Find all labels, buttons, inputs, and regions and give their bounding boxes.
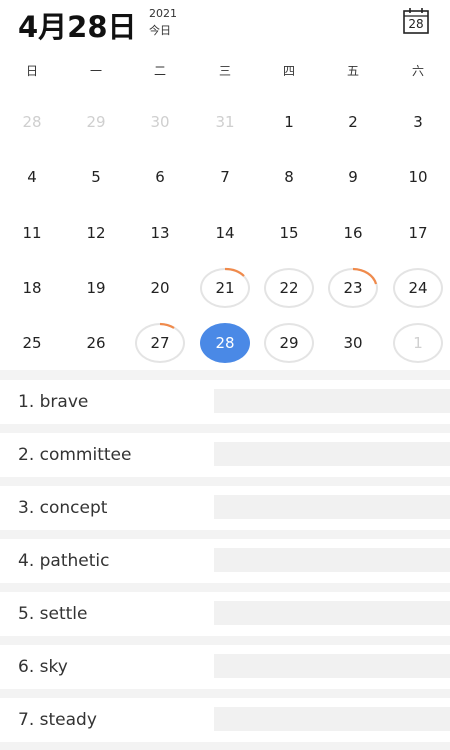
calendar-day[interactable]: 19 [71, 268, 121, 308]
header: 4月28日 2021 今日 28 [0, 0, 450, 50]
calendar-day-with-progress[interactable]: 21 [200, 267, 250, 308]
calendar-day-with-progress[interactable]: 22 [264, 268, 314, 308]
word-list-item[interactable]: 3. concept [0, 486, 450, 530]
word-label: 6. sky [18, 657, 68, 677]
calendar-day[interactable]: 7 [200, 157, 250, 197]
calendar-day[interactable]: 14 [200, 213, 250, 253]
weekday-sat: 六 [411, 64, 424, 78]
calendar-day[interactable]: 5 [71, 157, 121, 197]
word-meaning-placeholder [214, 442, 450, 466]
word-meaning-placeholder [214, 389, 450, 413]
word-label: 3. concept [18, 498, 108, 518]
calendar-day-selected[interactable]: 28 [200, 323, 250, 363]
selected-date-title: 4月28日 [18, 10, 137, 44]
calendar-day-prev-month[interactable]: 28 [7, 102, 57, 142]
weekday-fri: 五 [346, 64, 359, 78]
weekday-thu: 四 [282, 64, 295, 78]
word-list-item[interactable]: 6. sky [0, 645, 450, 689]
calendar-day[interactable]: 3 [393, 102, 443, 142]
word-meaning-placeholder [214, 601, 450, 625]
word-meaning-placeholder [214, 654, 450, 678]
calendar-day[interactable]: 4 [7, 157, 57, 197]
calendar-day-prev-month[interactable]: 31 [200, 102, 250, 142]
calendar-day[interactable]: 1 [264, 102, 314, 142]
word-label: 7. steady [18, 710, 97, 730]
calendar-day-number: 22 [279, 279, 299, 297]
word-meaning-placeholder [214, 707, 450, 731]
word-label: 4. pathetic [18, 551, 110, 571]
calendar-day[interactable]: 25 [7, 323, 57, 363]
word-label: 5. settle [18, 604, 88, 624]
calendar-day[interactable]: 16 [328, 213, 378, 253]
year-label: 2021 [149, 7, 177, 20]
word-list-item[interactable]: 4. pathetic [0, 539, 450, 583]
calendar-day-prev-month[interactable]: 29 [71, 102, 121, 142]
word-meaning-placeholder [214, 548, 450, 572]
calendar-day[interactable]: 17 [393, 213, 443, 253]
calendar-day[interactable]: 15 [264, 213, 314, 253]
calendar-day[interactable]: 9 [328, 157, 378, 197]
word-label: 1. brave [18, 392, 89, 412]
weekday-header: 日 一 二 三 四 五 六 [0, 62, 450, 82]
calendar-day-number: 29 [279, 334, 299, 352]
word-list-item[interactable]: 2. committee [0, 433, 450, 477]
progress-arc-icon [159, 322, 175, 329]
calendar-day[interactable]: 2 [328, 102, 378, 142]
calendar-day-prev-month[interactable]: 30 [135, 102, 185, 142]
word-meaning-placeholder [214, 495, 450, 519]
calendar-day-with-progress[interactable]: 24 [393, 268, 443, 308]
calendar-day[interactable]: 12 [71, 213, 121, 253]
calendar-day[interactable]: 11 [7, 213, 57, 253]
progress-arc-icon [352, 267, 378, 285]
calendar-day[interactable]: 8 [264, 157, 314, 197]
calendar-day-next-month[interactable]: 1 [393, 323, 443, 363]
calendar-day-number: 24 [408, 279, 428, 297]
calendar-day[interactable]: 26 [71, 323, 121, 363]
weekday-sun: 日 [25, 64, 38, 78]
word-list: 1. brave 2. committee 3. concept 4. path… [0, 370, 450, 750]
calendar-icon-day: 28 [408, 17, 424, 31]
calendar-day[interactable]: 6 [135, 157, 185, 197]
calendar-day-number: 1 [413, 334, 423, 352]
calendar-day[interactable]: 10 [393, 157, 443, 197]
progress-arc-icon [224, 267, 245, 277]
word-list-item[interactable]: 1. brave [0, 380, 450, 424]
weekday-tue: 二 [153, 64, 166, 78]
today-button[interactable]: 今日 [149, 22, 171, 38]
weekday-wed: 三 [218, 64, 231, 78]
calendar-day-with-progress[interactable]: 23 [328, 267, 378, 308]
word-list-item[interactable]: 7. steady [0, 698, 450, 742]
calendar-day[interactable]: 20 [135, 268, 185, 308]
calendar-icon[interactable]: 28 [403, 8, 429, 34]
word-list-item[interactable]: 5. settle [0, 592, 450, 636]
calendar-day-with-progress[interactable]: 27 [135, 322, 185, 363]
calendar-day[interactable]: 30 [328, 323, 378, 363]
calendar-day[interactable]: 13 [135, 213, 185, 253]
word-label: 2. committee [18, 445, 132, 465]
calendar-day[interactable]: 18 [7, 268, 57, 308]
calendar-day-with-progress[interactable]: 29 [264, 323, 314, 363]
weekday-mon: 一 [89, 64, 102, 78]
